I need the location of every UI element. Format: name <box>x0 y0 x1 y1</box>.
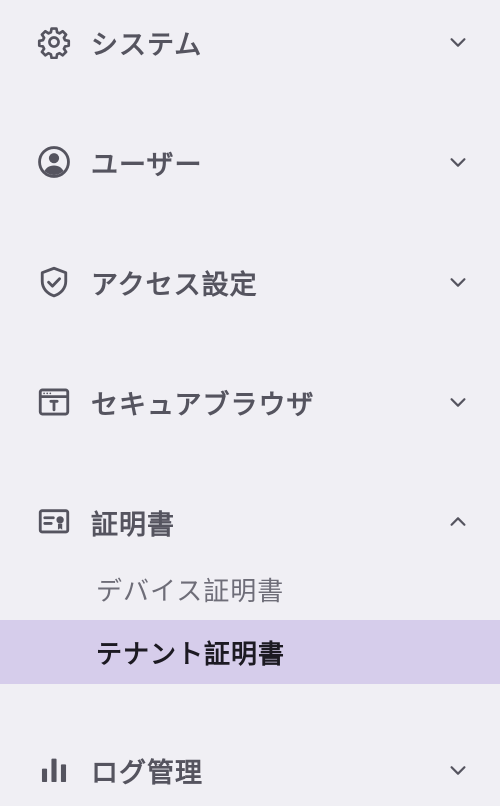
user-circle-icon <box>36 144 72 180</box>
sidebar-section-users[interactable]: ユーザー <box>0 120 500 204</box>
chevron-up-icon <box>444 508 472 536</box>
sidebar-item-label: テナント証明書 <box>96 639 286 670</box>
sidebar-section-label: アクセス設定 <box>91 269 258 301</box>
sidebar-section-access-settings[interactable]: アクセス設定 <box>0 240 500 324</box>
sidebar-section-label: ログ管理 <box>91 757 203 789</box>
sidebar-section-label: ユーザー <box>91 149 203 181</box>
sidebar-section-system[interactable]: システム <box>0 0 500 84</box>
sidebar-section-label: 証明書 <box>91 509 175 541</box>
sidebar-item-label: デバイス証明書 <box>96 576 285 607</box>
sidebar-section-log-management[interactable]: ログ管理 <box>0 728 500 806</box>
chevron-down-icon <box>444 388 472 416</box>
chevron-down-icon <box>444 756 472 784</box>
chevron-down-icon <box>444 268 472 296</box>
sidebar-section-certificates[interactable]: 証明書 <box>0 480 500 564</box>
shield-check-icon <box>36 264 72 300</box>
sidebar-section-secure-browser[interactable]: セキュアブラウザ <box>0 360 500 444</box>
chevron-down-icon <box>444 28 472 56</box>
chevron-down-icon <box>444 148 472 176</box>
certificate-icon <box>36 504 72 540</box>
bar-chart-icon <box>36 752 72 788</box>
sidebar-section-label: システム <box>91 29 203 61</box>
sidebar-section-label: セキュアブラウザ <box>91 389 315 421</box>
sidebar: システム ユーザー アクセス設定 セキュアブラウザ 証明書 デバイス証明書 テナ… <box>0 0 500 806</box>
browser-window-icon <box>36 384 72 420</box>
sidebar-item-device-certificates[interactable]: デバイス証明書 <box>0 557 500 621</box>
gear-icon <box>36 24 72 60</box>
sidebar-item-tenant-certificates[interactable]: テナント証明書 <box>0 620 500 684</box>
